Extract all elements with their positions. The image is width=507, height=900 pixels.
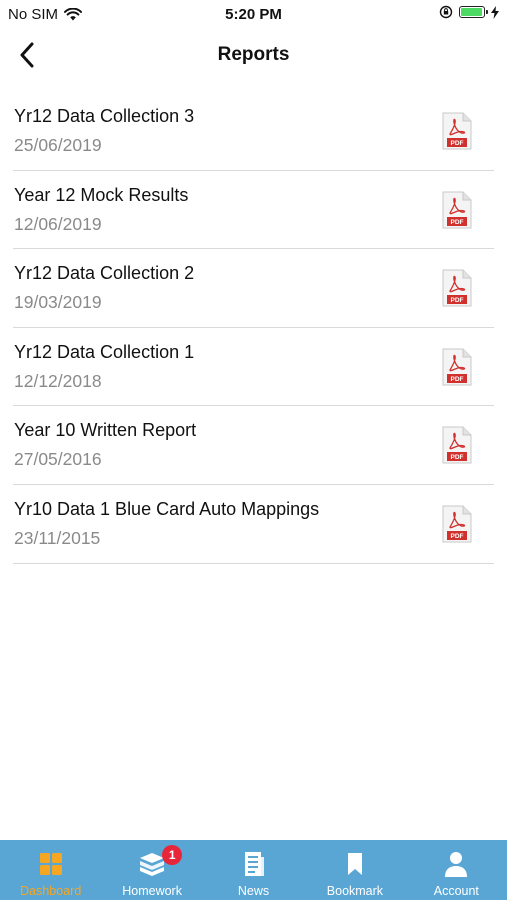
report-date: 19/03/2019 [14,292,102,313]
pdf-icon: PDF [442,505,472,543]
orientation-lock-icon [439,5,453,19]
battery-icon [459,6,488,18]
status-bar: No SIM 5:20 PM [0,0,507,28]
tab-bar: Dashboard 1 Homework News Bookmark Accou… [0,840,507,900]
account-icon [442,850,470,878]
dashboard-icon [37,850,65,878]
report-date: 23/11/2015 [14,527,101,548]
tab-dashboard[interactable]: Dashboard [0,840,101,900]
pdf-icon: PDF [442,112,472,150]
navigation-bar: Reports [0,28,507,84]
tab-label: News [237,884,270,898]
report-title: Year 12 Mock Results [14,184,189,205]
report-title: Yr10 Data 1 Blue Card Auto Mappings [14,498,320,519]
report-row[interactable]: Year 12 Mock Results 12/06/2019 PDF [13,171,494,250]
report-list: Yr12 Data Collection 3 25/06/2019 PDF Ye… [13,92,494,564]
page-title: Reports [217,44,290,65]
tab-bookmark[interactable]: Bookmark [304,840,405,900]
svg-text:PDF: PDF [451,376,464,383]
tab-label: Account [433,884,479,898]
report-date: 27/05/2016 [14,449,102,470]
tab-label: Homework [122,884,182,898]
report-row[interactable]: Yr10 Data 1 Blue Card Auto Mappings 23/1… [13,485,494,564]
report-row[interactable]: Yr12 Data Collection 2 19/03/2019 PDF [13,249,494,328]
report-date: 12/12/2018 [14,370,102,391]
report-date: 12/06/2019 [14,213,102,234]
report-title: Yr12 Data Collection 3 [14,106,195,126]
tab-news[interactable]: News [203,840,304,900]
svg-text:PDF: PDF [451,454,464,461]
status-right [439,5,499,19]
svg-text:PDF: PDF [451,533,464,540]
tab-label: Bookmark [326,884,384,898]
tab-label: Dashboard [20,884,82,898]
tab-homework[interactable]: 1 Homework [101,840,202,900]
charging-icon [491,5,499,19]
report-row[interactable]: Year 10 Written Report 27/05/2016 PDF [13,406,494,485]
svg-text:PDF: PDF [451,297,464,304]
tab-account[interactable]: Account [406,840,507,900]
pdf-icon: PDF [442,348,472,386]
svg-text:PDF: PDF [451,219,464,226]
svg-text:PDF: PDF [451,140,464,147]
pdf-icon: PDF [442,191,472,229]
report-title: Yr12 Data Collection 1 [14,341,195,362]
report-title: Yr12 Data Collection 2 [14,263,195,284]
bookmark-icon [341,850,369,878]
report-date: 25/06/2019 [14,135,102,155]
report-title: Year 10 Written Report [14,420,197,441]
report-row[interactable]: Yr12 Data Collection 3 25/06/2019 PDF [13,92,494,171]
news-icon [240,850,268,878]
pdf-icon: PDF [442,426,472,464]
status-time: 5:20 PM [225,6,282,23]
pdf-icon: PDF [442,269,472,307]
report-row[interactable]: Yr12 Data Collection 1 12/12/2018 PDF [13,328,494,407]
notification-badge: 1 [162,845,183,865]
